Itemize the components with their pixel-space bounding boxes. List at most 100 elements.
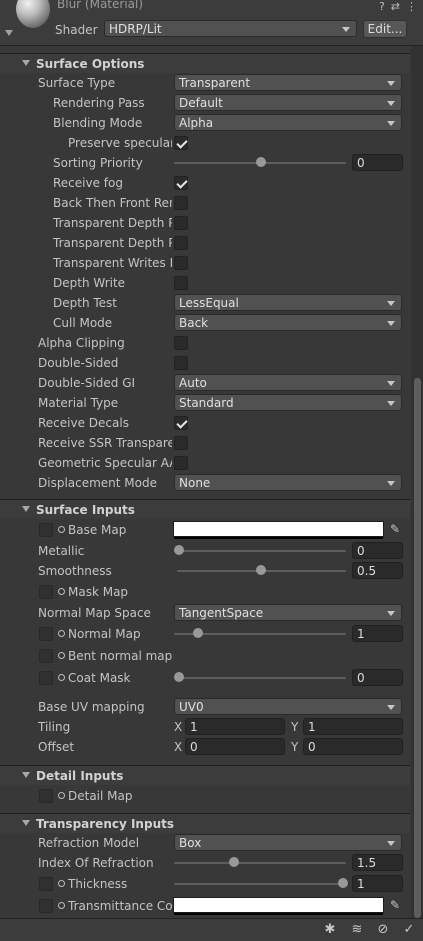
base-map-texture-slot[interactable] <box>39 523 53 537</box>
thickness-slider[interactable] <box>174 883 343 885</box>
eyedropper-icon[interactable]: ✎ <box>388 522 402 536</box>
receive-fog-checkbox[interactable] <box>174 176 188 190</box>
bent-normal-map-texture-slot[interactable] <box>39 649 53 663</box>
chevron-down-icon <box>387 301 395 306</box>
presets-icon[interactable]: ⇄ <box>391 0 400 13</box>
cull-mode-dropdown[interactable]: Back <box>174 314 402 331</box>
tiling-y-field[interactable]: 1 <box>303 718 403 735</box>
normal-map-texture-slot[interactable] <box>39 627 53 641</box>
chevron-down-icon <box>387 101 395 106</box>
surface-type-dropdown[interactable]: Transparent <box>174 74 402 91</box>
layers-icon[interactable]: ≋ <box>349 922 365 938</box>
mask-map-texture-slot[interactable] <box>39 585 53 599</box>
base-uv-mapping-dropdown[interactable]: UV0 <box>174 698 402 715</box>
property-dot-icon <box>58 526 65 533</box>
normal-map-slider-handle[interactable] <box>193 628 203 638</box>
depth-write-checkbox[interactable] <box>174 276 188 290</box>
blending-mode-value: Alpha <box>179 116 214 130</box>
property-dot-icon <box>58 674 65 681</box>
coat-mask-value: 0 <box>357 671 365 685</box>
double-sided-gi-dropdown[interactable]: Auto <box>174 374 402 391</box>
normal-map-space-label: Normal Map Space <box>38 606 151 620</box>
alpha-clipping-checkbox[interactable] <box>174 336 188 350</box>
displacement-mode-dropdown[interactable]: None <box>174 474 402 491</box>
thickness-field[interactable]: 1 <box>352 875 403 892</box>
normal-map-space-dropdown[interactable]: TangentSpace <box>174 604 402 621</box>
geometric-specular-aa-checkbox[interactable] <box>174 456 188 470</box>
thickness-texture-slot[interactable] <box>39 877 53 891</box>
detail-map-texture-slot[interactable] <box>39 789 53 803</box>
transparent-depth-prepass-checkbox[interactable] <box>174 216 188 230</box>
double-sided-checkbox[interactable] <box>174 356 188 370</box>
receive-ssr-checkbox[interactable] <box>174 436 188 450</box>
thickness-value: 1 <box>357 877 365 891</box>
index-of-refraction-field[interactable]: 1.5 <box>352 854 403 871</box>
transmittance-color-texture-slot[interactable] <box>39 899 53 913</box>
help-icon[interactable]: ? <box>379 0 385 13</box>
rendering-pass-dropdown[interactable]: Default <box>174 94 402 111</box>
displacement-mode-value: None <box>179 476 211 490</box>
normal-map-label-text: Normal Map <box>68 627 141 641</box>
section-surface-inputs[interactable]: Surface Inputs <box>0 499 410 519</box>
receive-decals-label: Receive Decals <box>38 416 129 430</box>
coat-mask-texture-slot[interactable] <box>39 671 53 685</box>
transmittance-color-field[interactable] <box>173 897 384 915</box>
property-dot-icon <box>58 652 65 659</box>
no-render-icon[interactable]: ⊘ <box>375 922 391 938</box>
chevron-down-icon <box>387 481 395 486</box>
thickness-slider-handle[interactable] <box>338 878 348 888</box>
bent-normal-map-label: Bent normal map <box>58 649 178 663</box>
metallic-slider-handle[interactable] <box>174 545 184 555</box>
chevron-down-icon <box>387 381 395 386</box>
sorting-priority-field[interactable]: 0 <box>352 154 403 171</box>
receive-decals-checkbox[interactable] <box>174 416 188 430</box>
receive-fog-label: Receive fog <box>53 176 123 190</box>
section-surface-options[interactable]: Surface Options <box>0 53 410 73</box>
debug-icon[interactable]: ✱ <box>322 922 338 938</box>
coat-mask-slider-handle[interactable] <box>174 672 184 682</box>
normal-map-field[interactable]: 1 <box>352 625 403 642</box>
section-detail-inputs[interactable]: Detail Inputs <box>0 765 410 785</box>
edit-shader-button[interactable]: Edit... <box>363 20 407 38</box>
chevron-down-icon <box>387 401 395 406</box>
offset-x-field[interactable]: 0 <box>185 738 285 755</box>
shader-value: HDRP/Lit <box>109 22 162 36</box>
scrollbar-thumb[interactable] <box>414 378 421 918</box>
double-sided-gi-label: Double-Sided GI <box>38 376 136 390</box>
index-of-refraction-slider-handle[interactable] <box>229 857 239 867</box>
mask-map-label-text: Mask Map <box>68 585 129 599</box>
transparent-depth-prepass-label: Transparent Depth Pr <box>53 216 172 230</box>
section-transparency-inputs[interactable]: Transparency Inputs <box>0 813 410 833</box>
transparent-writes-motion-checkbox[interactable] <box>174 256 188 270</box>
check-icon[interactable]: ✓ <box>401 922 417 938</box>
material-type-value: Standard <box>179 396 234 410</box>
base-map-label-text: Base Map <box>68 523 127 537</box>
refraction-model-dropdown[interactable]: Box <box>174 834 402 851</box>
blending-mode-dropdown[interactable]: Alpha <box>174 114 402 131</box>
transmittance-color-label: Transmittance Col <box>58 899 172 913</box>
smoothness-field[interactable]: 0.5 <box>352 562 403 579</box>
sorting-priority-slider-handle[interactable] <box>256 157 266 167</box>
smoothness-slider-handle[interactable] <box>256 565 266 575</box>
base-map-color-field[interactable] <box>173 521 384 539</box>
preserve-specular-checkbox[interactable] <box>174 136 188 150</box>
shader-dropdown[interactable]: HDRP/Lit <box>104 20 357 37</box>
normal-map-value: 1 <box>357 627 365 641</box>
back-then-front-label: Back Then Front Ren <box>53 196 172 210</box>
offset-y-field[interactable]: 0 <box>303 738 403 755</box>
coat-mask-label-text: Coat Mask <box>68 671 131 685</box>
metallic-slider[interactable] <box>177 550 346 552</box>
tiling-x-field[interactable]: 1 <box>185 718 285 735</box>
coat-mask-slider[interactable] <box>177 677 346 679</box>
more-icon[interactable]: ⋮ <box>406 0 417 13</box>
coat-mask-field[interactable]: 0 <box>352 669 403 686</box>
eyedropper-icon[interactable]: ✎ <box>388 898 402 912</box>
material-type-dropdown[interactable]: Standard <box>174 394 402 411</box>
back-then-front-checkbox[interactable] <box>174 196 188 210</box>
index-of-refraction-value: 1.5 <box>357 856 377 870</box>
foldout-arrow-icon[interactable] <box>5 30 13 36</box>
transparent-depth-postpass-checkbox[interactable] <box>174 236 188 250</box>
index-of-refraction-slider[interactable] <box>174 862 346 864</box>
depth-test-dropdown[interactable]: LessEqual <box>174 294 402 311</box>
metallic-field[interactable]: 0 <box>352 542 403 559</box>
